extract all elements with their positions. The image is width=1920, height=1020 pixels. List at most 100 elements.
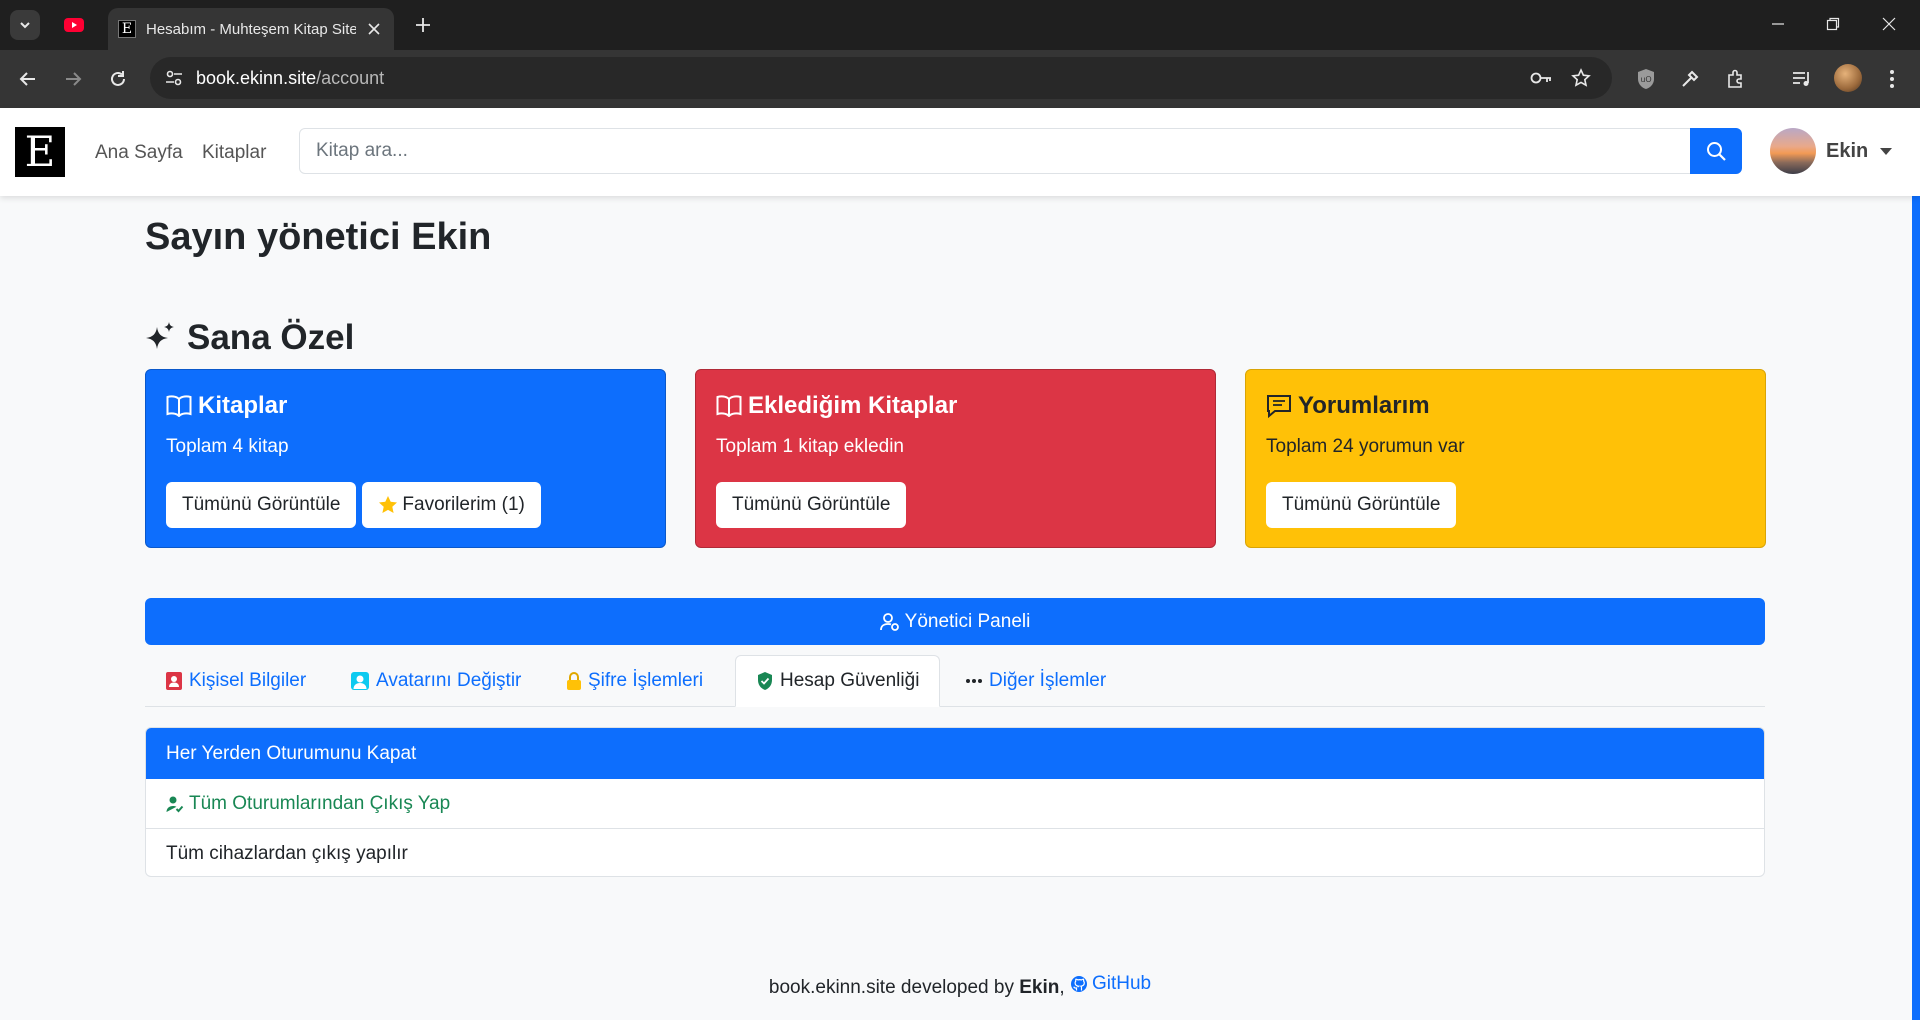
tab-change-avatar[interactable]: Avatarını Değiştir: [330, 655, 541, 707]
id-card-icon: [166, 672, 182, 690]
pinned-tab-youtube[interactable]: [64, 15, 84, 35]
footer-author: Ekin: [1019, 977, 1060, 998]
ublock-extension-icon[interactable]: uO: [1632, 65, 1660, 93]
url-text: book.ekinn.site/account: [196, 68, 384, 89]
browser-profile-avatar[interactable]: [1834, 64, 1862, 92]
more-icon: [966, 679, 982, 683]
reload-button[interactable]: [104, 65, 132, 93]
admin-panel-button[interactable]: Yönetici Paneli: [145, 598, 1765, 645]
card-title: Kitaplar: [166, 392, 645, 420]
address-bar[interactable]: book.ekinn.site/account: [150, 57, 1612, 99]
avatar: [1770, 128, 1816, 174]
site-footer: book.ekinn.site developed by Ekin, GitHu…: [0, 973, 1920, 999]
footer-separator: ,: [1059, 977, 1065, 998]
media-controls-icon[interactable]: [1788, 65, 1816, 93]
tab-account-security[interactable]: Hesap Güvenliği: [735, 655, 941, 707]
section-title-text: Sana Özel: [187, 318, 355, 357]
github-link[interactable]: GitHub: [1070, 973, 1151, 995]
browser-tab-bar: E Hesabım - Muhteşem Kitap Sitesi: [0, 0, 1920, 50]
url-path: /account: [316, 68, 385, 88]
caret-down-icon: [1880, 147, 1893, 155]
card-title-text: Kitaplar: [198, 392, 288, 419]
youtube-icon: [64, 18, 84, 32]
search-form: [299, 128, 1742, 174]
tab-label: Avatarını Değiştir: [376, 670, 522, 691]
card-books: Kitaplar Toplam 4 kitap Tümünü Görüntüle…: [145, 369, 666, 548]
github-label: GitHub: [1091, 973, 1152, 994]
minimize-icon: [1772, 23, 1784, 25]
card-title: Yorumlarım: [1266, 392, 1745, 420]
comment-icon: [1267, 395, 1291, 418]
card-title: Eklediğim Kitaplar: [716, 392, 1195, 420]
panel-header: Her Yerden Oturumunu Kapat: [146, 728, 1764, 779]
book-icon: [716, 395, 742, 417]
search-icon: [1707, 142, 1726, 161]
tab-password[interactable]: Şifre İşlemleri: [546, 655, 723, 707]
bookmark-star-icon[interactable]: [1570, 67, 1592, 89]
site-info-icon[interactable]: [164, 68, 184, 88]
admin-panel-label: Yönetici Paneli: [904, 610, 1031, 632]
arrow-left-icon: [19, 72, 35, 86]
book-icon: [166, 395, 192, 417]
new-tab-button[interactable]: [412, 14, 434, 36]
card-text: Toplam 1 kitap ekledin: [716, 436, 904, 457]
nav-link-books[interactable]: Kitaplar: [202, 142, 266, 164]
chevron-down-icon: [20, 22, 30, 29]
sparkles-icon: [146, 322, 174, 349]
back-button[interactable]: [14, 65, 42, 93]
favorites-label: Favorilerim (1): [402, 494, 525, 515]
avatar-icon: [351, 672, 369, 690]
footer-text: book.ekinn.site developed by: [768, 977, 1014, 998]
view-all-books-button[interactable]: Tümünü Görüntüle: [166, 482, 357, 528]
user-check-icon: [166, 796, 184, 812]
tab-other-actions[interactable]: Diğer İşlemler: [945, 655, 1126, 707]
user-dropdown[interactable]: Ekin: [1770, 128, 1893, 174]
view-comments-button[interactable]: Tümünü Görüntüle: [1266, 482, 1457, 528]
tab-close-button[interactable]: [364, 19, 384, 39]
card-comments: Yorumlarım Toplam 24 yorumun var Tümünü …: [1245, 369, 1766, 548]
forward-button[interactable]: [59, 65, 87, 93]
url-host: book.ekinn.site: [196, 68, 317, 88]
arrow-right-icon: [66, 72, 82, 86]
close-icon: [1882, 17, 1896, 31]
card-added-books: Eklediğim Kitaplar Toplam 1 kitap ekledi…: [695, 369, 1216, 548]
tab-label: Diğer İşlemler: [989, 670, 1107, 691]
extensions-puzzle-icon[interactable]: [1721, 65, 1749, 93]
list-item: Tüm cihazlardan çıkış yapılır: [146, 829, 1764, 876]
browser-toolbar: book.ekinn.site/account uO: [0, 50, 1920, 108]
account-tabs: Kişisel Bilgiler Avatarını Değiştir Şifr…: [145, 655, 1765, 707]
user-gear-icon: [879, 612, 899, 631]
favorites-button[interactable]: Favorilerim (1): [362, 482, 541, 528]
search-button[interactable]: [1690, 128, 1742, 174]
eyedropper-extension-icon[interactable]: [1676, 65, 1704, 93]
card-title-text: Yorumlarım: [1298, 392, 1430, 419]
tab-label: Hesap Güvenliği: [780, 670, 920, 691]
password-key-icon[interactable]: [1530, 67, 1552, 89]
page-content: Sayın yönetici Ekin Sana Özel Kitaplar T…: [0, 196, 1920, 1020]
tab-search-button[interactable]: [10, 10, 40, 40]
card-title-text: Eklediğim Kitaplar: [748, 392, 958, 419]
card-text: Toplam 24 yorumun var: [1266, 436, 1465, 457]
svg-text:uO: uO: [1640, 75, 1651, 84]
page-greeting: Sayın yönetici Ekin: [145, 216, 492, 258]
logout-all-sessions-link[interactable]: Tüm Oturumlarından Çıkış Yap: [166, 793, 450, 815]
close-icon: [368, 23, 380, 35]
user-name: Ekin: [1826, 139, 1869, 162]
scrollbar[interactable]: [1912, 196, 1920, 1020]
minimize-button[interactable]: [1764, 12, 1792, 36]
active-browser-tab[interactable]: E Hesabım - Muhteşem Kitap Sitesi: [108, 8, 394, 50]
panel-description: Tüm cihazlardan çıkış yapılır: [166, 843, 408, 864]
site-logo[interactable]: E: [15, 127, 65, 177]
card-text: Toplam 4 kitap: [166, 436, 289, 457]
restore-button[interactable]: [1819, 12, 1847, 36]
view-added-books-button[interactable]: Tümünü Görüntüle: [716, 482, 907, 528]
tab-personal-info[interactable]: Kişisel Bilgiler: [145, 655, 326, 707]
restore-icon: [1826, 17, 1840, 31]
shield-icon: [758, 672, 772, 690]
close-window-button[interactable]: [1875, 12, 1903, 36]
tab-title: Hesabım - Muhteşem Kitap Sitesi: [146, 20, 356, 38]
search-input[interactable]: [299, 128, 1691, 174]
browser-menu-icon[interactable]: [1878, 65, 1906, 93]
list-item: Tüm Oturumlarından Çıkış Yap: [146, 779, 1764, 829]
nav-link-home[interactable]: Ana Sayfa: [95, 142, 183, 164]
